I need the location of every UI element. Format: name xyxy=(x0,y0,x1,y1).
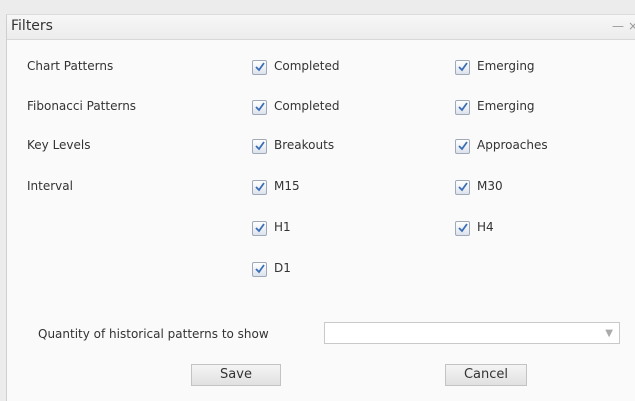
checkbox-label: Completed xyxy=(274,99,340,113)
checkmark-icon xyxy=(255,264,265,274)
minimize-icon[interactable]: — xyxy=(612,19,624,33)
checkbox-label: Emerging xyxy=(477,59,535,73)
checkbox-label: Breakouts xyxy=(274,138,335,152)
checkbox-box[interactable] xyxy=(252,100,267,115)
checkbox-label: Emerging xyxy=(477,99,535,113)
save-button[interactable]: Save xyxy=(191,364,281,386)
checkbox-box[interactable] xyxy=(252,60,267,75)
checkbox-box[interactable] xyxy=(455,139,470,154)
checkbox-box[interactable] xyxy=(455,180,470,195)
checkmark-icon xyxy=(255,223,265,233)
chart-patterns-label: Chart Patterns xyxy=(27,59,114,73)
quantity-dropdown[interactable]: ▼ xyxy=(324,322,620,344)
dialog-body: Chart Patterns Completed Emerging Fibona… xyxy=(7,40,635,401)
checkmark-icon xyxy=(255,102,265,112)
checkbox-label: H1 xyxy=(274,220,291,234)
checkbox-label: D1 xyxy=(274,261,291,275)
quantity-label: Quantity of historical patterns to show xyxy=(38,327,269,341)
checkmark-icon xyxy=(458,62,468,72)
close-icon[interactable]: × xyxy=(628,19,635,33)
checkmark-icon xyxy=(255,141,265,151)
checkbox-label: Approaches xyxy=(477,138,548,152)
dialog-title: Filters xyxy=(11,18,53,34)
interval-label: Interval xyxy=(27,179,73,193)
checkbox-box[interactable] xyxy=(252,139,267,154)
checkmark-icon xyxy=(458,141,468,151)
filters-dialog: Filters — × Chart Patterns Completed Eme… xyxy=(6,14,635,401)
checkbox-box[interactable] xyxy=(252,221,267,236)
checkmark-icon xyxy=(458,223,468,233)
checkmark-icon xyxy=(458,102,468,112)
fibonacci-patterns-label: Fibonacci Patterns xyxy=(27,99,137,113)
checkbox-label: H4 xyxy=(477,220,494,234)
checkmark-icon xyxy=(255,182,265,192)
checkbox-label: M30 xyxy=(477,179,503,193)
checkbox-box[interactable] xyxy=(252,262,267,277)
title-bar[interactable]: Filters — × xyxy=(7,15,635,40)
checkbox-box[interactable] xyxy=(252,180,267,195)
cancel-button[interactable]: Cancel xyxy=(445,364,527,386)
checkbox-box[interactable] xyxy=(455,221,470,236)
checkbox-box[interactable] xyxy=(455,100,470,115)
key-levels-label: Key Levels xyxy=(27,138,91,152)
checkbox-label: M15 xyxy=(274,179,300,193)
checkbox-box[interactable] xyxy=(455,60,470,75)
checkbox-label: Completed xyxy=(274,59,340,73)
chevron-down-icon[interactable]: ▼ xyxy=(605,328,613,339)
checkmark-icon xyxy=(255,62,265,72)
checkmark-icon xyxy=(458,182,468,192)
